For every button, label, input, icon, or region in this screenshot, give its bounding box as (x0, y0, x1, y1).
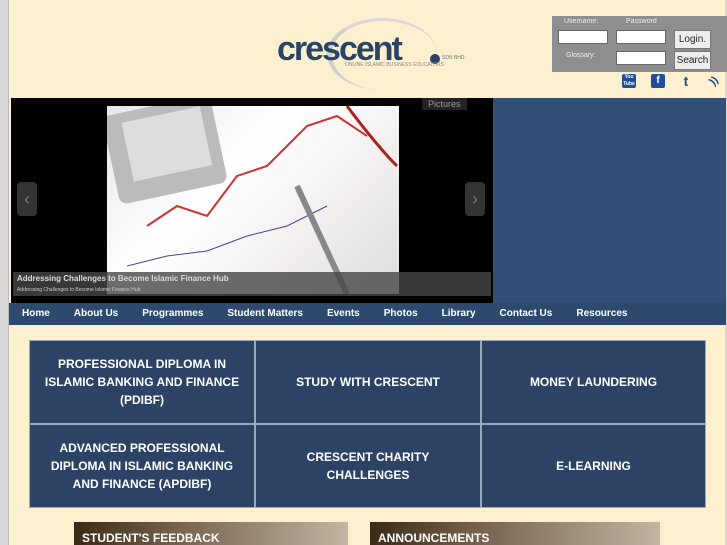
slide-image-calculator-chart (107, 106, 399, 294)
nav-home[interactable]: Home (22, 303, 50, 325)
nav-library[interactable]: Library (442, 303, 476, 325)
nav-programmes[interactable]: Programmes (142, 303, 203, 325)
youtube-icon[interactable]: You Tube (622, 74, 636, 88)
glossary-label: Glossary: (566, 52, 596, 59)
caption-subtitle: Addressing Challenges to Become Islamic … (17, 287, 141, 293)
nav-photos[interactable]: Photos (384, 303, 418, 325)
page: crescent SDN BHD ONLINE ISLAMIC BUSINESS… (8, 0, 727, 545)
twitter-icon[interactable]: t (679, 74, 693, 88)
crescent-logo[interactable]: crescent SDN BHD ONLINE ISLAMIC BUSINESS… (277, 18, 477, 90)
nav-resources[interactable]: Resources (576, 303, 627, 325)
login-button[interactable]: Login. (674, 30, 711, 49)
password-label: Password (626, 18, 657, 25)
image-slider[interactable]: Pictures ‹ › Addressing Challenges to Be… (11, 98, 493, 303)
programme-charity-challenges[interactable]: CRESCENT CHARITY CHALLENGES (255, 424, 481, 508)
facebook-icon[interactable]: f (651, 74, 665, 88)
rss-icon[interactable]: )) (704, 71, 724, 91)
nav-contact-us[interactable]: Contact Us (500, 303, 553, 325)
login-panel: Username: Password Login. Glossary: Sear… (552, 16, 727, 72)
announcements-heading: ANNOUNCEMENTS (370, 522, 660, 545)
prev-slide-button[interactable]: ‹ (17, 182, 37, 216)
nav-events[interactable]: Events (327, 303, 360, 325)
pictures-label: Pictures (422, 98, 467, 110)
side-panel (493, 98, 726, 303)
username-input[interactable] (558, 30, 608, 44)
username-label: Username: (564, 18, 599, 25)
next-slide-button[interactable]: › (465, 182, 485, 216)
programme-money-laundering[interactable]: MONEY LAUNDERING (481, 340, 706, 424)
programme-apdibf[interactable]: ADVANCED PROFESSIONAL DIPLOMA IN ISLAMIC… (29, 424, 255, 508)
student-feedback-heading: STUDENT'S FEEDBACK (74, 522, 348, 545)
nav-student-matters[interactable]: Student Matters (227, 303, 303, 325)
slide-caption: Addressing Challenges to Become Islamic … (13, 272, 491, 296)
caption-title[interactable]: Addressing Challenges to Become Islamic … (17, 274, 229, 283)
main-nav: Home About Us Programmes Student Matters… (9, 303, 726, 325)
glossary-input[interactable] (616, 51, 666, 65)
programme-study-with-crescent[interactable]: STUDY WITH CRESCENT (255, 340, 481, 424)
logo-tagline: ONLINE ISLAMIC BUSINESS EDUCATORS (345, 62, 445, 68)
chart-illustration (107, 106, 399, 294)
logo-suffix: SDN BHD (442, 55, 465, 61)
programme-pdibf[interactable]: PROFESSIONAL DIPLOMA IN ISLAMIC BANKING … (29, 340, 255, 424)
password-input[interactable] (616, 30, 666, 44)
nav-about-us[interactable]: About Us (74, 303, 118, 325)
programme-e-learning[interactable]: E-LEARNING (481, 424, 706, 508)
programmes-grid: PROFESSIONAL DIPLOMA IN ISLAMIC BANKING … (29, 340, 706, 508)
search-button[interactable]: Search (674, 51, 711, 70)
